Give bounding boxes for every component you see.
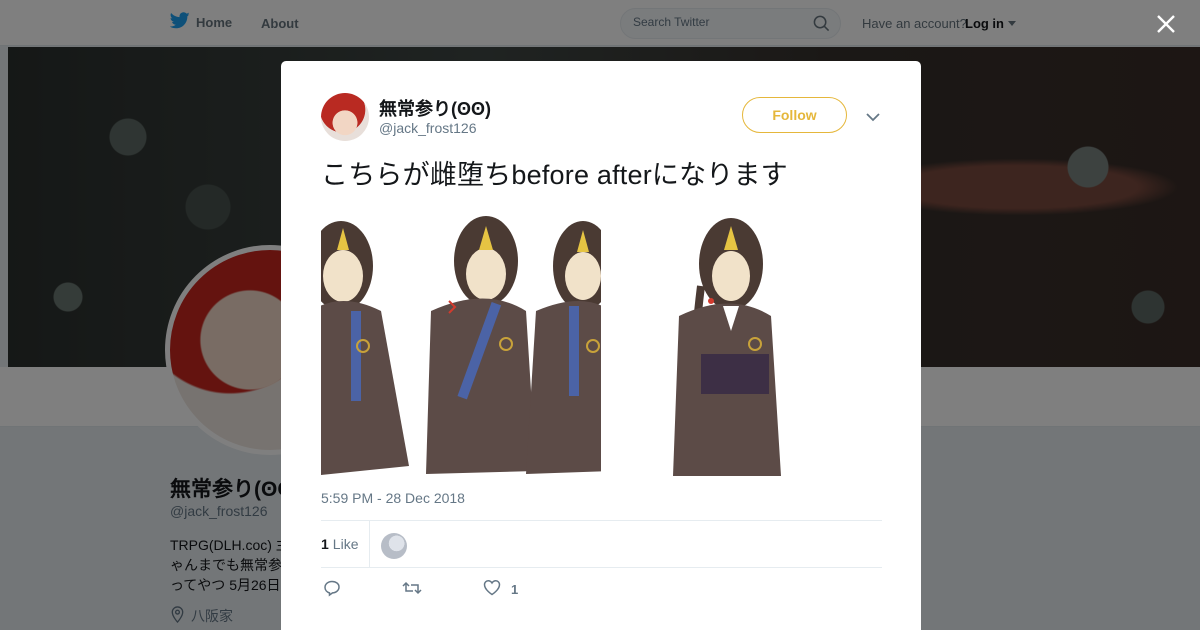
author-name[interactable]: 無常参り(ʘʘ) xyxy=(379,95,491,121)
reply-button[interactable] xyxy=(323,579,341,600)
reply-icon xyxy=(323,579,341,600)
tweet-text: こちらが雌堕ちbefore afterになります xyxy=(321,160,788,190)
tweet-image-before[interactable] xyxy=(321,216,601,476)
liker-avatar[interactable] xyxy=(381,533,407,559)
stat-separator xyxy=(369,521,370,567)
author-handle[interactable]: @jack_frost126 xyxy=(379,120,476,136)
tweet-modal: 無常参り(ʘʘ) @jack_frost126 Follow こちらが雌堕ちbe… xyxy=(281,61,921,630)
heart-icon xyxy=(483,579,501,599)
close-icon[interactable] xyxy=(1155,13,1177,35)
divider-bottom xyxy=(321,567,882,568)
like-action-count: 1 xyxy=(511,581,519,597)
chevron-down-icon[interactable] xyxy=(866,109,880,127)
like-button[interactable]: 1 xyxy=(483,579,518,599)
tweet-image-after[interactable] xyxy=(641,216,801,476)
divider-top xyxy=(321,520,882,521)
retweet-button[interactable] xyxy=(402,579,422,600)
tweet-timestamp[interactable]: 5:59 PM - 28 Dec 2018 xyxy=(321,490,465,506)
likes-stat[interactable]: 1 Like xyxy=(321,536,358,552)
likes-stat-count: 1 xyxy=(321,536,329,552)
retweet-icon xyxy=(402,579,422,600)
likes-stat-label: Like xyxy=(332,536,359,552)
author-avatar[interactable] xyxy=(321,93,369,141)
follow-button[interactable]: Follow xyxy=(742,97,847,133)
